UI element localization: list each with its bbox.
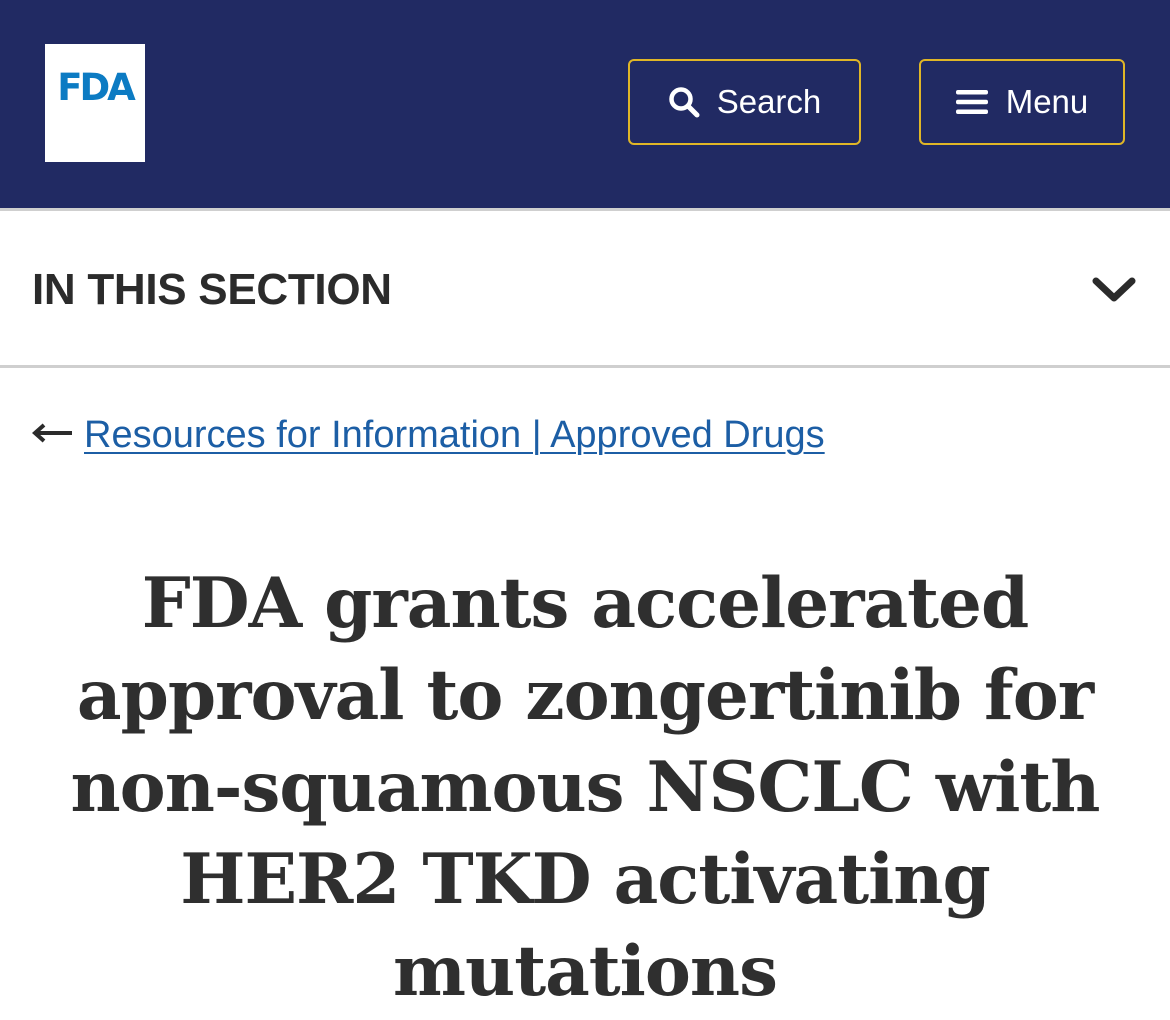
page-title: FDA grants accelerated approval to zonge… (70, 563, 1101, 1012)
search-icon (668, 86, 700, 118)
section-nav-title: IN THIS SECTION (32, 265, 392, 314)
chevron-down-icon[interactable] (1091, 275, 1137, 310)
fda-logo-text: FDA (57, 66, 136, 109)
menu-button-label: Menu (1005, 83, 1089, 120)
fda-logo[interactable]: FDA (45, 44, 145, 162)
site-header: FDA Search Menu (0, 0, 1170, 208)
breadcrumb-link[interactable]: Resources for Information | Approved Dru… (84, 414, 825, 457)
hamburger-icon (955, 89, 988, 115)
in-this-section-toggle[interactable]: IN THIS SECTION (0, 208, 1170, 368)
search-button-label: Search (716, 83, 822, 120)
search-button[interactable]: Search (628, 59, 861, 145)
menu-button[interactable]: Menu (919, 59, 1125, 145)
left-arrow-icon (31, 423, 72, 448)
breadcrumb: Resources for Information | Approved Dru… (31, 410, 825, 460)
